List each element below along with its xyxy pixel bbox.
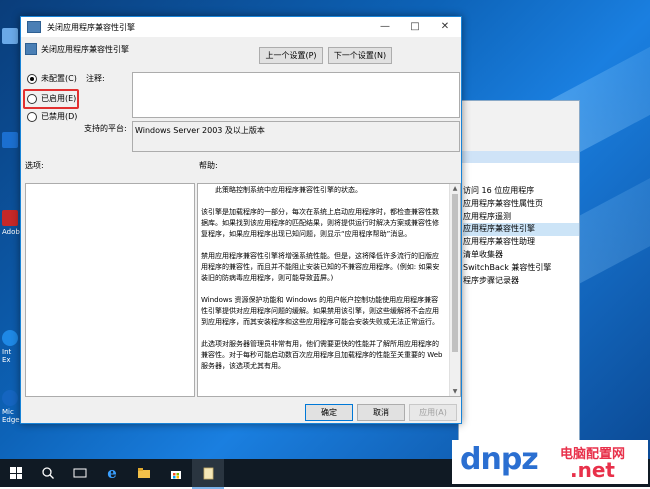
desktop-app-icon xyxy=(2,28,18,44)
supported-platform-label: 支持的平台: xyxy=(84,124,127,133)
help-scrollbar[interactable]: ▲ ▼ xyxy=(449,184,460,396)
highlight-annotation-box xyxy=(23,89,79,109)
desktop-icon-adobe[interactable]: Adob xyxy=(2,210,22,236)
search-button[interactable] xyxy=(32,459,64,487)
options-label: 选项: xyxy=(25,161,44,170)
cancel-button[interactable]: 取消 xyxy=(357,404,405,421)
policy-list-item[interactable]: 应用程序兼容性助理 xyxy=(463,236,579,249)
internet-explorer-icon xyxy=(2,330,18,346)
scroll-up-arrow-icon[interactable]: ▲ xyxy=(450,184,460,193)
scrollbar-thumb[interactable] xyxy=(452,194,458,352)
windows-logo-icon xyxy=(10,467,22,479)
watermark-net-text: .net xyxy=(570,458,615,482)
radio-dot xyxy=(27,111,37,122)
taskbar-store[interactable] xyxy=(160,459,192,487)
edge-icon xyxy=(2,390,18,406)
adobe-icon xyxy=(2,210,18,226)
radio-label: 已禁用(D) xyxy=(41,112,78,121)
desktop-icon-label: Edge xyxy=(2,416,20,424)
policy-list-item[interactable]: 应用程序兼容性属性页 xyxy=(463,198,579,211)
edge-icon: e xyxy=(107,464,117,482)
taskbar-group-policy-editor[interactable] xyxy=(192,459,224,489)
dialog-titlebar[interactable]: 关闭应用程序兼容性引擎 — □ ✕ xyxy=(21,17,461,37)
desktop-icon[interactable] xyxy=(2,28,22,46)
desktop-icon-label: Mic xyxy=(2,408,14,416)
desktop-icon[interactable] xyxy=(2,132,22,150)
help-text: 此策略控制系统中应用程序兼容性引擎的状态。 该引擎是加载程序的一部分，每次在系统… xyxy=(201,185,445,383)
next-setting-button[interactable]: 下一个设置(N) xyxy=(328,47,392,64)
policy-list: 访问 16 位应用程序 应用程序兼容性属性页 应用程序遥测 应用程序兼容性引擎 … xyxy=(463,185,579,287)
help-paragraph: 该引擎是加载程序的一部分，每次在系统上启动应用程序时，都检查兼容性数据库。如果找… xyxy=(201,208,439,238)
store-bag-icon xyxy=(171,470,181,479)
desktop-icon-edge[interactable]: Mic Edge xyxy=(2,390,22,424)
supported-platform-field: Windows Server 2003 及以上版本 xyxy=(132,121,460,152)
help-pane: 此策略控制系统中应用程序兼容性引擎的状态。 该引擎是加载程序的一部分，每次在系统… xyxy=(197,183,461,397)
comment-label: 注释: xyxy=(86,74,105,83)
policy-list-item[interactable]: 程序步骤记录器 xyxy=(463,275,579,288)
watermark-brand: dnpz xyxy=(460,442,539,477)
dialog-title: 关闭应用程序兼容性引擎 xyxy=(47,22,135,32)
supported-platform-value: Windows Server 2003 及以上版本 xyxy=(135,126,265,135)
help-paragraph: 此选项对服务器管理员非常有用，他们需要更快的性能并了解所用应用程序的兼容性。对于… xyxy=(201,340,443,370)
task-view-button[interactable] xyxy=(64,459,96,487)
policy-list-item-selected[interactable]: 应用程序兼容性引擎 xyxy=(463,223,579,237)
desktop-icon-internet-explorer[interactable]: Int Ex xyxy=(2,330,22,364)
previous-setting-button[interactable]: 上一个设置(P) xyxy=(259,47,323,64)
policy-list-item[interactable]: SwitchBack 兼容性引擎 xyxy=(463,262,579,275)
help-paragraph: Windows 资源保护功能和 Windows 的用户帐户控制功能使用应用程序兼… xyxy=(201,296,439,326)
radio-disabled[interactable]: 已禁用(D) xyxy=(27,111,77,122)
task-view-icon xyxy=(73,468,87,478)
policy-app-icon xyxy=(27,21,41,33)
background-window-header xyxy=(459,151,579,163)
taskbar-file-explorer[interactable] xyxy=(128,459,160,487)
radio-label: 未配置(C) xyxy=(41,74,77,83)
scroll-down-arrow-icon[interactable]: ▼ xyxy=(450,387,460,396)
site-watermark: dnpz 电脑配置网 .net xyxy=(452,440,648,484)
comment-textarea[interactable] xyxy=(132,72,460,118)
policy-setting-icon xyxy=(25,43,37,55)
maximize-button[interactable]: □ xyxy=(400,17,430,37)
policy-editor-icon xyxy=(203,467,214,479)
options-pane xyxy=(25,183,195,397)
radio-not-configured[interactable]: 未配置(C) xyxy=(27,73,77,84)
help-paragraph: 禁用应用程序兼容性引擎将增强系统性能。但是，这将降低许多流行的旧版应用程序的兼容… xyxy=(201,252,440,282)
help-label: 帮助: xyxy=(199,161,218,170)
apply-button[interactable]: 应用(A) xyxy=(409,404,457,421)
background-policy-window: 访问 16 位应用程序 应用程序兼容性属性页 应用程序遥测 应用程序兼容性引擎 … xyxy=(458,100,580,442)
search-icon xyxy=(42,467,54,479)
desktop-app-icon xyxy=(2,132,18,148)
policy-list-item[interactable]: 应用程序遥测 xyxy=(463,211,579,224)
policy-list-item[interactable]: 清单收集器 xyxy=(463,249,579,262)
desktop-icon-label: Int xyxy=(2,348,12,356)
setting-name: 关闭应用程序兼容性引擎 xyxy=(41,44,129,54)
setting-header: 关闭应用程序兼容性引擎 xyxy=(25,43,129,55)
desktop-icon-label: Adob xyxy=(2,228,20,236)
policy-list-item[interactable]: 访问 16 位应用程序 xyxy=(463,185,579,198)
background-window-toolbar xyxy=(459,101,579,152)
radio-dot-checked xyxy=(27,73,37,84)
folder-icon xyxy=(138,468,150,478)
minimize-button[interactable]: — xyxy=(370,17,400,37)
taskbar-edge[interactable]: e xyxy=(96,459,128,487)
ok-button[interactable]: 确定 xyxy=(305,404,353,421)
close-button[interactable]: ✕ xyxy=(430,17,460,37)
help-paragraph: 此策略控制系统中应用程序兼容性引擎的状态。 xyxy=(215,186,362,194)
desktop-icon-label: Ex xyxy=(2,356,11,364)
start-button[interactable] xyxy=(0,459,32,487)
policy-setting-dialog: 关闭应用程序兼容性引擎 — □ ✕ 关闭应用程序兼容性引擎 上一个设置(P) 下… xyxy=(20,16,462,424)
